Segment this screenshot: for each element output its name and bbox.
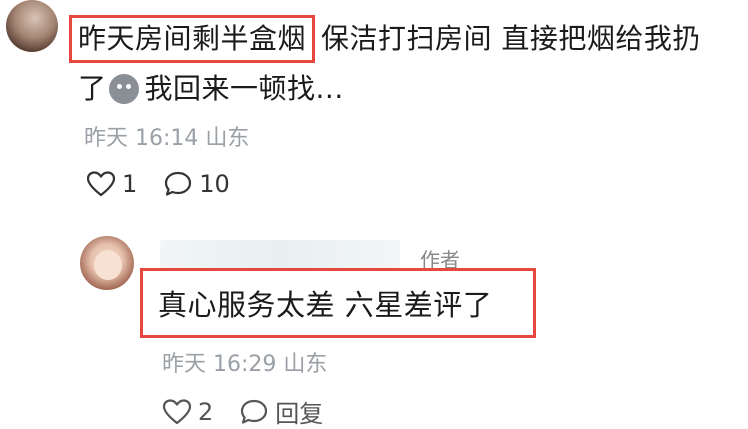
highlighted-phrase: 昨天房间剩半盒烟 — [69, 15, 316, 63]
reply-count-button[interactable]: 10 — [163, 170, 230, 198]
like-count: 1 — [122, 170, 138, 198]
comment-thread: 昨天房间剩半盒烟 保洁打扫房间 直接把烟给我扔 了 我回来一顿找... 昨天 16:… — [0, 0, 748, 428]
reply-meta: 昨天 16:29 山东 — [162, 352, 328, 377]
comment-text-part-1: 保洁打扫房间 直接把烟给我扔 — [321, 22, 701, 55]
sweat-face-icon — [108, 74, 139, 104]
commenter-avatar[interactable] — [6, 0, 58, 52]
reply-count: 10 — [199, 170, 230, 198]
comment-body: 昨天房间剩半盒烟 保洁打扫房间 直接把烟给我扔 了 我回来一顿找... — [69, 14, 738, 114]
author-avatar[interactable] — [80, 236, 134, 290]
reply-body: 真心服务太差 六星差评了 — [158, 288, 493, 322]
comment-text-part-2a: 了 — [78, 72, 107, 105]
author-name-blurred[interactable] — [160, 240, 400, 268]
comment-actions: 1 10 — [86, 170, 256, 198]
heart-icon — [86, 171, 116, 197]
comment-bubble-icon — [165, 171, 192, 196]
comment-meta: 昨天 16:14 山东 — [84, 126, 250, 151]
like-button[interactable]: 1 — [86, 170, 137, 198]
avatar-face — [94, 250, 122, 280]
comment-text-part-2b: 我回来一顿找... — [144, 72, 344, 105]
